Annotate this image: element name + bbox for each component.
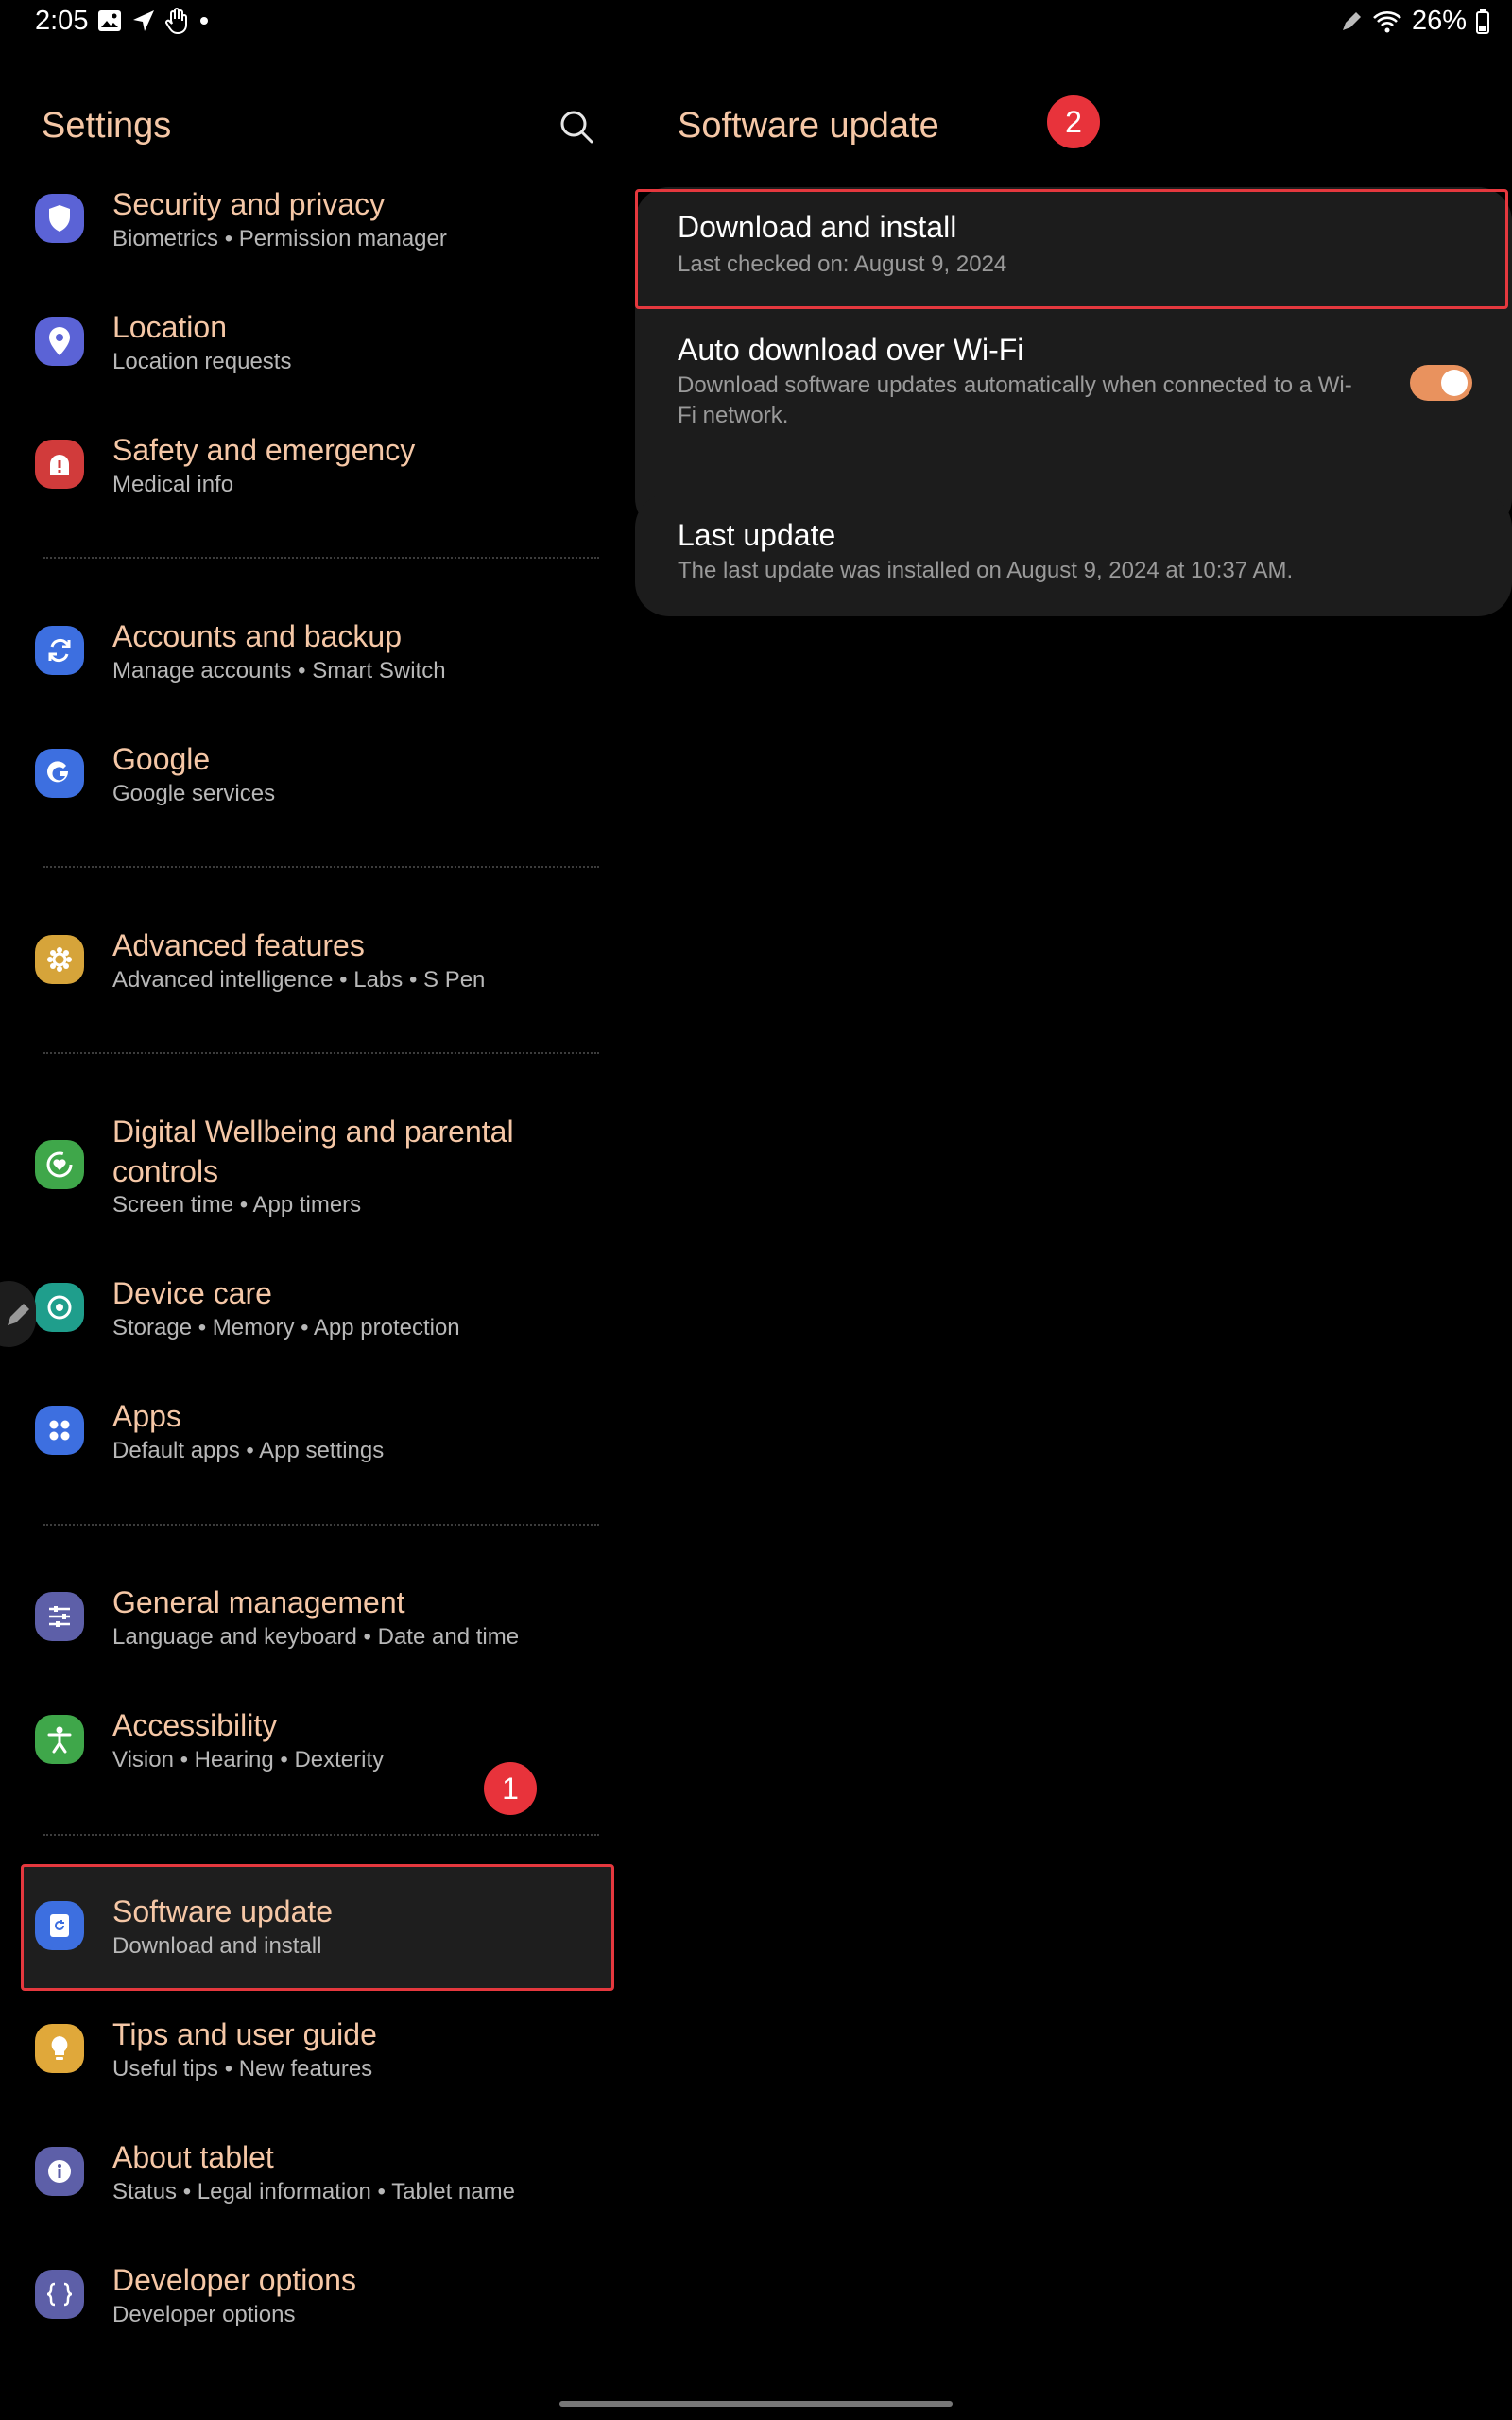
status-time: 2:05 bbox=[35, 6, 89, 36]
emergency-alert-icon bbox=[35, 440, 84, 489]
sliders-icon bbox=[35, 1592, 84, 1641]
battery-icon bbox=[1476, 9, 1489, 34]
sidebar-item-accounts-and-backup[interactable]: Accounts and backup Manage accounts • Sm… bbox=[0, 616, 624, 692]
software-update-icon bbox=[35, 1901, 84, 1950]
sidebar-item-advanced-features[interactable]: Advanced features Advanced intelligence … bbox=[0, 925, 624, 1001]
divider bbox=[43, 1052, 599, 1054]
search-icon bbox=[560, 111, 593, 144]
battery-percent: 26% bbox=[1411, 6, 1467, 36]
sidebar-item-digital-wellbeing[interactable]: Digital Wellbeing and parental controls … bbox=[0, 1112, 624, 1225]
location-pin-icon bbox=[35, 317, 84, 366]
braces-icon bbox=[35, 2270, 84, 2319]
download-and-install-highlight bbox=[635, 189, 1508, 309]
last-update-card[interactable]: Last update The last update was installe… bbox=[635, 493, 1512, 616]
divider bbox=[43, 557, 599, 559]
auto-download-row[interactable]: Auto download over Wi-Fi Download softwa… bbox=[635, 308, 1512, 459]
auto-download-toggle[interactable] bbox=[1410, 365, 1472, 401]
divider bbox=[43, 1834, 599, 1836]
info-icon bbox=[35, 2147, 84, 2196]
auto-download-title: Auto download over Wi-Fi bbox=[678, 333, 1024, 367]
toggle-knob bbox=[1441, 370, 1468, 396]
sidebar-item-safety-and-emergency[interactable]: Safety and emergency Medical info bbox=[0, 430, 624, 506]
last-update-description: The last update was installed on August … bbox=[678, 558, 1294, 583]
divider bbox=[43, 1524, 599, 1526]
apps-grid-icon bbox=[35, 1406, 84, 1455]
sidebar-item-general-management[interactable]: General management Language and keyboard… bbox=[0, 1582, 624, 1658]
device-care-icon bbox=[35, 1283, 84, 1332]
pen-icon bbox=[1342, 11, 1361, 30]
auto-download-description: Download software updates automatically … bbox=[678, 372, 1352, 428]
sidebar-item-developer-options[interactable]: Developer options Developer options bbox=[0, 2260, 624, 2336]
sidebar-item-tips-and-user-guide[interactable]: Tips and user guide Useful tips • New fe… bbox=[0, 2014, 624, 2090]
home-indicator[interactable] bbox=[559, 2401, 953, 2407]
sync-icon bbox=[35, 626, 84, 675]
wellbeing-heart-icon bbox=[35, 1140, 84, 1189]
page-title: Software update bbox=[678, 106, 939, 146]
divider bbox=[43, 866, 599, 868]
sidebar-item-location[interactable]: Location Location requests bbox=[0, 307, 624, 383]
hand-icon bbox=[165, 8, 187, 34]
google-g-icon bbox=[35, 749, 84, 798]
puzzle-gear-icon bbox=[35, 935, 84, 984]
status-bar: 2:05 26% bbox=[0, 0, 1512, 43]
navigation-arrow-icon bbox=[133, 10, 154, 31]
accessibility-person-icon bbox=[35, 1715, 84, 1764]
search-button[interactable] bbox=[558, 108, 599, 149]
lightbulb-icon bbox=[35, 2024, 84, 2073]
sidebar-item-security-and-privacy[interactable]: Security and privacy Biometrics • Permis… bbox=[0, 184, 624, 260]
sidebar-item-google[interactable]: Google Google services bbox=[0, 739, 624, 815]
dot-icon bbox=[200, 17, 208, 25]
edit-pen-icon bbox=[8, 1304, 29, 1325]
annotation-badge-2: 2 bbox=[1047, 95, 1100, 148]
sidebar-item-about-tablet[interactable]: About tablet Status • Legal information … bbox=[0, 2137, 624, 2213]
last-update-title: Last update bbox=[678, 518, 836, 552]
sidebar-item-device-care[interactable]: Device care Storage • Memory • App prote… bbox=[0, 1273, 624, 1349]
settings-title: Settings bbox=[42, 106, 172, 146]
sidebar-item-apps[interactable]: Apps Default apps • App settings bbox=[0, 1396, 624, 1472]
sidebar-item-software-update[interactable]: Software update Download and install bbox=[0, 1892, 624, 1967]
wifi-icon bbox=[1373, 10, 1401, 32]
sidebar-item-accessibility[interactable]: Accessibility Vision • Hearing • Dexteri… bbox=[0, 1705, 624, 1781]
shield-icon bbox=[35, 194, 84, 243]
gallery-icon bbox=[98, 10, 121, 31]
